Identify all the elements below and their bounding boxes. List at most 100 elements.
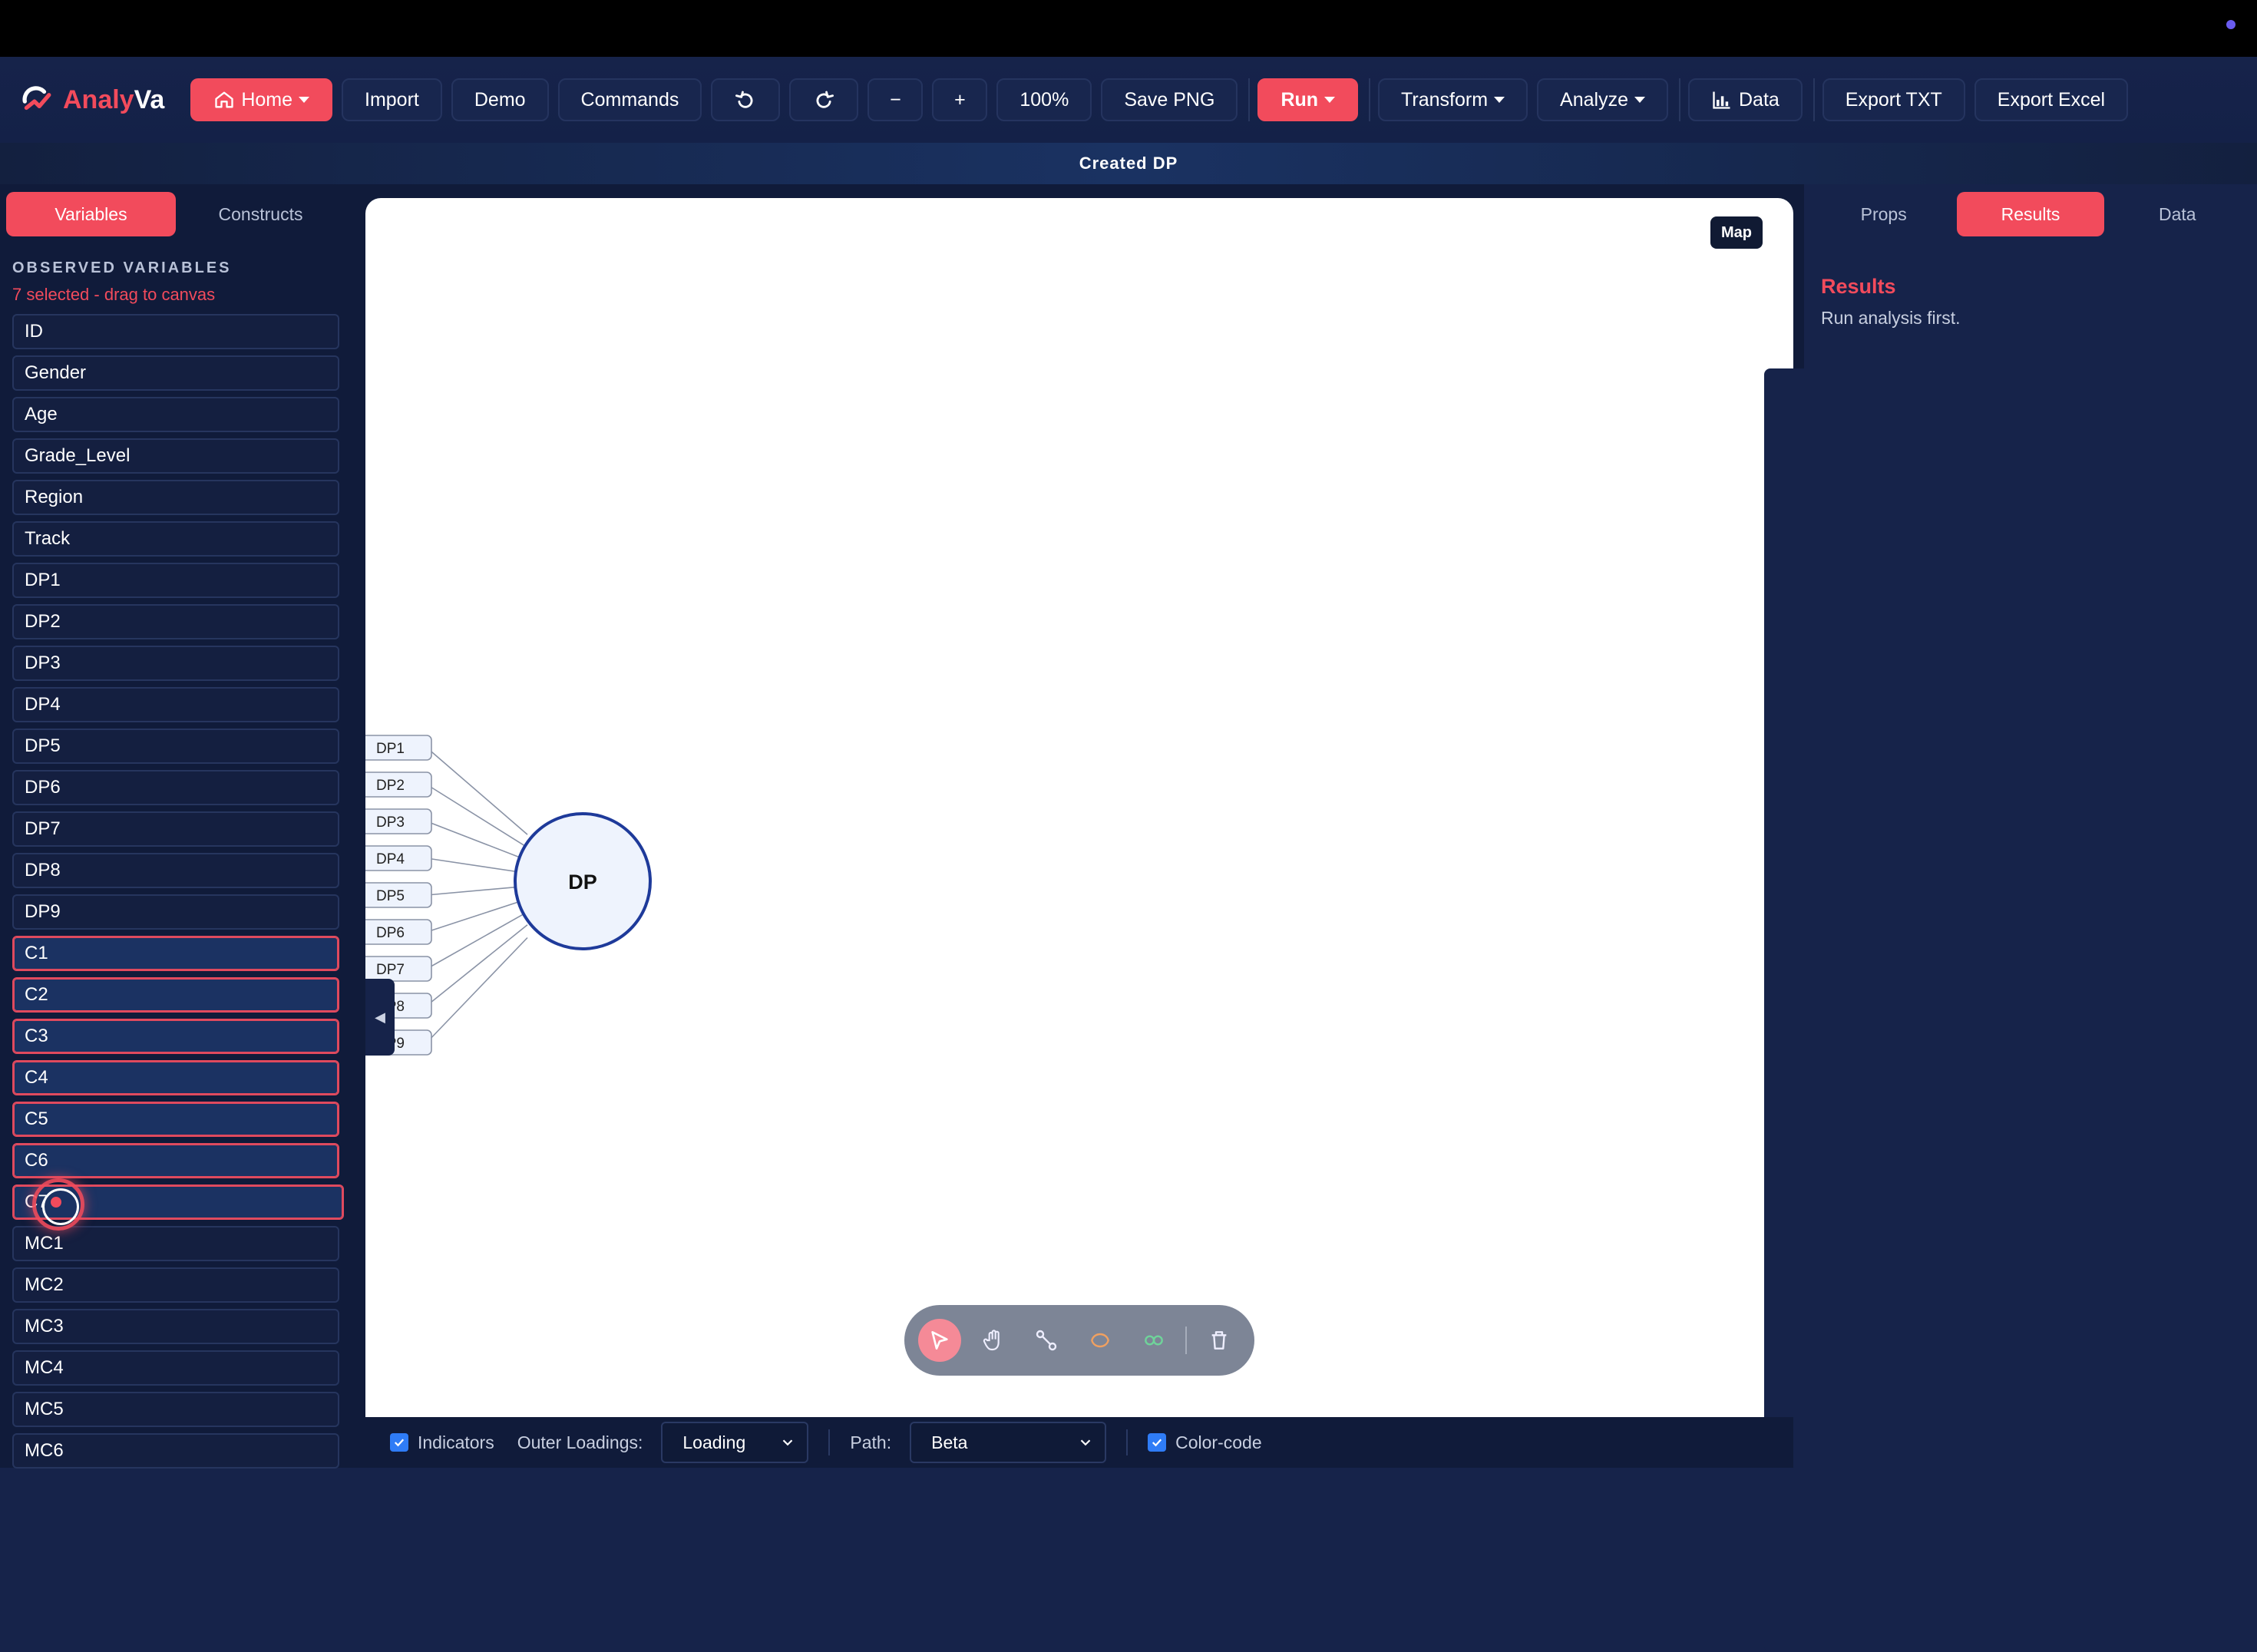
- loading-path[interactable]: [426, 924, 528, 1006]
- analyze-label: Analyze: [1560, 88, 1628, 111]
- canvas-tool-bar: [904, 1305, 1254, 1376]
- trash-icon: [1211, 1331, 1227, 1350]
- status-bar: Created DP: [0, 143, 2257, 184]
- commands-button[interactable]: Commands: [557, 78, 702, 121]
- variable-item[interactable]: MC4: [12, 1350, 339, 1386]
- loading-path[interactable]: [426, 747, 528, 835]
- tab-props[interactable]: Props: [1810, 192, 1957, 236]
- variable-item[interactable]: C3: [12, 1019, 339, 1054]
- path-select[interactable]: Beta: [910, 1422, 1107, 1463]
- import-button[interactable]: Import: [342, 78, 442, 121]
- variable-item[interactable]: Region: [12, 480, 339, 515]
- variable-item[interactable]: MC5: [12, 1392, 339, 1427]
- home-button[interactable]: Home: [190, 78, 332, 121]
- loading-path[interactable]: [426, 857, 528, 874]
- analyva-logo-icon: [22, 86, 51, 111]
- variable-item[interactable]: DP8: [12, 853, 339, 888]
- variable-item[interactable]: DP3: [12, 646, 339, 681]
- variable-item[interactable]: ID: [12, 314, 339, 349]
- tab-variables[interactable]: Variables: [6, 192, 176, 236]
- home-label: Home: [241, 88, 292, 111]
- variable-item[interactable]: DP4: [12, 687, 339, 722]
- toolbar-divider: [1248, 78, 1251, 121]
- variable-item[interactable]: Track: [12, 521, 339, 557]
- outer-loadings-label: Outer Loadings:: [517, 1432, 643, 1452]
- run-button[interactable]: Run: [1257, 78, 1359, 121]
- indicator-label: DP7: [376, 962, 405, 978]
- analyze-button[interactable]: Analyze: [1537, 78, 1668, 121]
- tab-constructs[interactable]: Constructs: [176, 192, 345, 236]
- variable-item[interactable]: C1: [12, 936, 339, 971]
- covariance-tool[interactable]: [1079, 1319, 1122, 1362]
- moderator-tool[interactable]: [1132, 1319, 1175, 1362]
- zoom-level[interactable]: 100%: [996, 78, 1092, 121]
- tool-divider: [1185, 1327, 1188, 1354]
- variable-item[interactable]: MC6: [12, 1433, 339, 1469]
- tab-results[interactable]: Results: [1957, 192, 2104, 236]
- loading-path[interactable]: [426, 885, 528, 896]
- data-label: Data: [1738, 88, 1779, 111]
- outer-loadings-select[interactable]: Loading: [661, 1422, 809, 1463]
- data-button[interactable]: Data: [1687, 78, 1803, 121]
- transform-label: Transform: [1401, 88, 1489, 111]
- variable-item[interactable]: C2: [12, 977, 339, 1013]
- variable-item[interactable]: C4: [12, 1060, 339, 1095]
- variable-item[interactable]: C5: [12, 1102, 339, 1137]
- export-txt-button[interactable]: Export TXT: [1822, 78, 1965, 121]
- variable-item[interactable]: DP6: [12, 770, 339, 805]
- collapse-left-handle[interactable]: ◀: [365, 979, 395, 1056]
- delete-tool[interactable]: [1198, 1319, 1241, 1362]
- variable-item[interactable]: DP5: [12, 729, 339, 764]
- loading-path[interactable]: [426, 937, 528, 1043]
- variable-item[interactable]: DP1: [12, 563, 339, 598]
- pan-tool[interactable]: [972, 1319, 1015, 1362]
- tab-data[interactable]: Data: [2104, 192, 2251, 236]
- variable-item[interactable]: Gender: [12, 355, 339, 391]
- export-excel-button[interactable]: Export Excel: [1974, 78, 2129, 121]
- indicator-label: DP4: [376, 851, 405, 867]
- variable-item[interactable]: Grade_Level: [12, 438, 339, 474]
- app-logo[interactable]: Analy Va: [20, 84, 164, 116]
- main-toolbar: Analy Va Home Import Demo Commands − + 10…: [0, 57, 2257, 143]
- connect-tool[interactable]: [1025, 1319, 1068, 1362]
- loading-path[interactable]: [426, 911, 528, 970]
- variable-item[interactable]: MC3: [12, 1309, 339, 1344]
- status-message: Created DP: [1079, 154, 1178, 173]
- variable-item[interactable]: C6: [12, 1143, 339, 1178]
- transform-button[interactable]: Transform: [1378, 78, 1528, 121]
- indicator-label: DP5: [376, 888, 405, 904]
- variable-item[interactable]: MC2: [12, 1267, 339, 1303]
- chevron-down-icon: [299, 97, 309, 103]
- save-png-button[interactable]: Save PNG: [1101, 78, 1238, 121]
- zoom-out-button[interactable]: −: [867, 78, 924, 121]
- path-value: Beta: [931, 1432, 968, 1452]
- loading-path[interactable]: [426, 898, 528, 933]
- variable-item[interactable]: Age: [12, 397, 339, 432]
- zoom-in-button[interactable]: +: [932, 78, 988, 121]
- indicators-checkbox[interactable]: [390, 1433, 408, 1452]
- variable-item[interactable]: MC1: [12, 1226, 339, 1261]
- pointer-icon: [931, 1331, 948, 1350]
- demo-button[interactable]: Demo: [451, 78, 549, 121]
- loading-path[interactable]: [426, 784, 528, 848]
- bar-chart-icon: [1711, 89, 1733, 111]
- color-code-checkbox[interactable]: [1148, 1433, 1167, 1452]
- run-label: Run: [1281, 88, 1319, 111]
- model-canvas[interactable]: Map DP1DP2DP3DP4DP5DP6DP7DP8DP9 DP: [365, 198, 1793, 1417]
- variable-item[interactable]: DP7: [12, 811, 339, 847]
- right-panel: Props Results Data Results Run analysis …: [1804, 184, 2257, 1468]
- right-tabs: Props Results Data: [1804, 184, 2257, 249]
- results-title: Results: [1821, 275, 1896, 298]
- redo-icon: [816, 91, 834, 108]
- variable-item[interactable]: DP9: [12, 894, 339, 930]
- loading-path[interactable]: [426, 821, 528, 861]
- select-tool[interactable]: [918, 1319, 961, 1362]
- redo-button[interactable]: [789, 78, 859, 121]
- variable-list: ID Gender Age Grade_Level Region Track DP1 DP2 D…: [0, 314, 352, 1469]
- variable-item[interactable]: DP2: [12, 604, 339, 639]
- undo-button[interactable]: [711, 78, 781, 121]
- chevron-down-icon: [1324, 97, 1336, 103]
- indicator-label: DP1: [376, 741, 405, 757]
- section-title: OBSERVED VARIABLES: [12, 259, 232, 276]
- os-top-bar: [0, 0, 2257, 57]
